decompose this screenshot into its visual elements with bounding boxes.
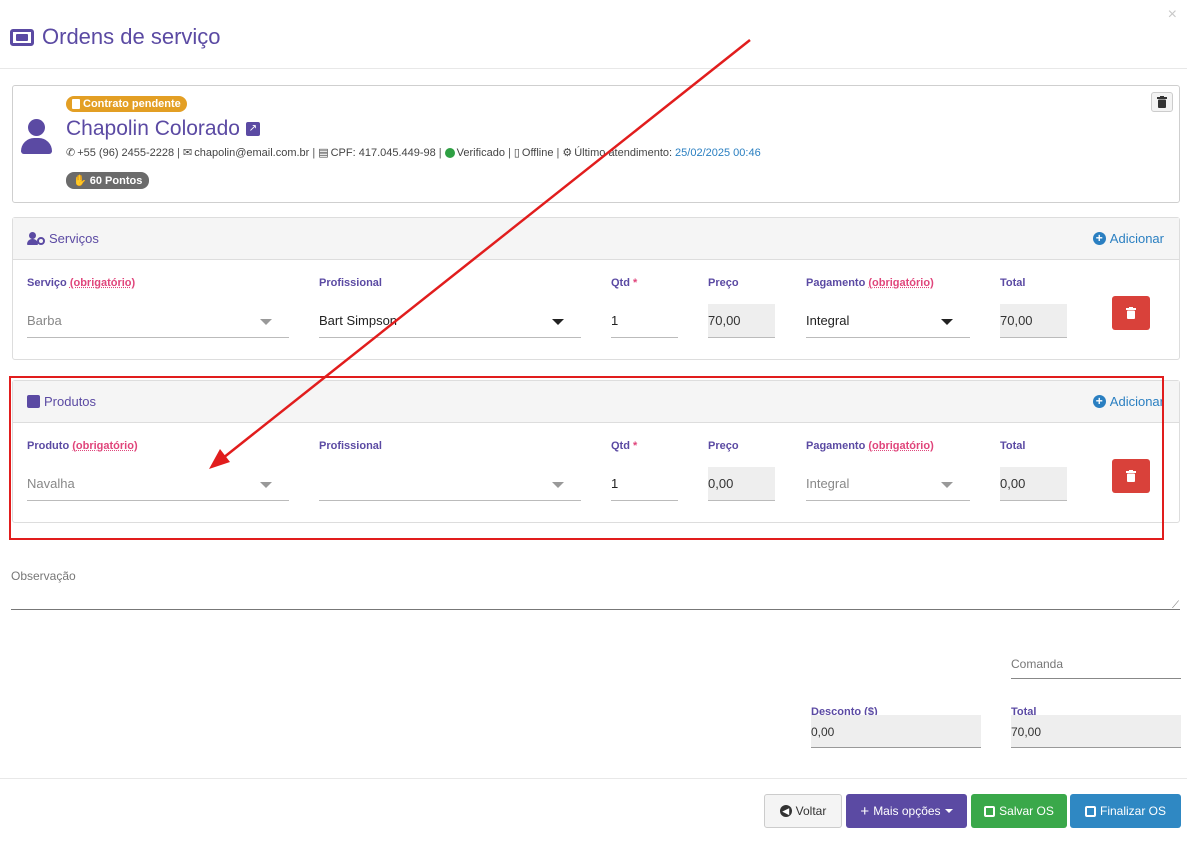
services-panel: Serviços + Adicionar Serviço (obrigatóri… — [12, 217, 1180, 360]
document-icon — [72, 99, 80, 109]
observation-textarea[interactable] — [11, 609, 1180, 610]
client-phone: +55 (96) 2455-2228 — [77, 146, 175, 159]
trash-icon — [1126, 307, 1136, 319]
client-verified: Verificado — [456, 146, 505, 159]
footer-divider — [0, 778, 1187, 779]
avatar — [21, 119, 52, 155]
chevron-down-icon — [944, 809, 953, 813]
trash-icon — [1157, 96, 1167, 108]
finish-button[interactable]: Finalizar OS — [1070, 794, 1181, 828]
observation-label: Observação — [11, 569, 76, 583]
service-select[interactable]: Barba — [27, 304, 289, 338]
verified-icon — [444, 147, 455, 158]
total-label: Total — [1000, 277, 1026, 289]
total-summary-field: 70,00 — [1011, 715, 1181, 748]
service-label: Serviço (obrigatório) — [27, 277, 136, 289]
back-button[interactable]: ◀ Voltar — [764, 794, 842, 828]
services-title: Serviços — [27, 231, 99, 246]
page-title: Ordens de serviço — [42, 24, 221, 49]
floppy-disk-icon — [1084, 805, 1096, 817]
points-label: 60 Pontos — [89, 175, 143, 187]
comanda-input[interactable]: Comanda — [1011, 657, 1181, 679]
external-link-icon[interactable]: ↗ — [245, 122, 260, 136]
add-service-button[interactable]: + Adicionar — [1092, 231, 1164, 246]
ticket-icon — [10, 28, 34, 46]
price-label: Preço — [708, 277, 739, 289]
chevron-down-icon — [260, 319, 272, 325]
client-name-row: Chapolin Colorado ↗ — [66, 117, 260, 141]
delete-service-button[interactable] — [1112, 296, 1150, 330]
annotation-highlight-box — [9, 376, 1164, 540]
points-badge: ✋ 60 Pontos — [66, 172, 150, 189]
delete-client-button[interactable] — [1151, 92, 1173, 112]
user-gear-icon: ⚙ — [562, 147, 573, 159]
payment-label: Pagamento (obrigatório) — [806, 277, 934, 289]
last-visit-label: Último atendimento: — [574, 146, 673, 159]
client-cpf: CPF: 417.045.449-98 — [330, 146, 436, 159]
save-button[interactable]: Salvar OS — [971, 794, 1067, 828]
client-info: ✆ +55 (96) 2455-2228 | ✉ chapolin@email.… — [66, 146, 761, 160]
plus-circle-icon: + — [1092, 232, 1106, 245]
chevron-down-icon — [552, 319, 564, 325]
plus-icon: + — [860, 802, 870, 820]
service-qty-input[interactable]: 1 — [611, 304, 678, 338]
client-email: chapolin@email.com.br — [194, 146, 310, 159]
service-professional-select[interactable]: Bart Simpson — [319, 304, 581, 338]
discount-input[interactable]: 0,00 — [811, 715, 981, 748]
client-status: Offline — [521, 146, 554, 159]
contract-badge-label: Contrato pendente — [83, 98, 181, 110]
client-card: Contrato pendente Chapolin Colorado ↗ ✆ … — [12, 85, 1180, 203]
client-name[interactable]: Chapolin Colorado — [66, 117, 240, 141]
service-payment-select[interactable]: Integral — [806, 304, 970, 338]
floppy-disk-icon — [984, 805, 996, 817]
services-panel-header: Serviços + Adicionar — [13, 218, 1179, 260]
handshake-icon: ✋ — [73, 175, 87, 187]
contract-status-badge: Contrato pendente — [66, 96, 187, 112]
qty-label: Qtd * — [611, 277, 638, 289]
more-options-button[interactable]: + Mais opções — [846, 794, 967, 828]
arrow-left-circle-icon: ◀ — [779, 805, 792, 817]
header-divider — [0, 68, 1187, 69]
professional-label: Profissional — [319, 277, 382, 289]
close-icon[interactable]: × — [1168, 6, 1177, 24]
chevron-down-icon — [941, 319, 953, 325]
phone-icon: ✆ — [66, 147, 76, 159]
service-total-field: 70,00 — [1000, 304, 1067, 338]
mobile-icon: ▯ — [513, 147, 520, 159]
last-visit-date: 25/02/2025 00:46 — [675, 146, 761, 159]
service-price-input: 70,00 — [708, 304, 775, 338]
envelope-icon: ✉ — [183, 147, 193, 159]
resize-handle-icon[interactable]: ⟋ — [1172, 600, 1179, 611]
modal-title: Ordens de serviço — [10, 24, 221, 50]
user-gear-icon — [27, 231, 45, 246]
id-card-icon: ▤ — [318, 147, 329, 159]
